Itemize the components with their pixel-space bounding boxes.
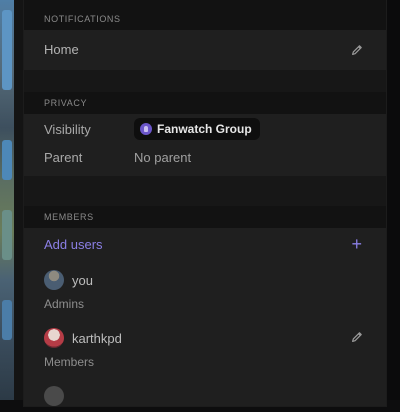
background-app-window — [0, 0, 14, 400]
section-spacer — [24, 176, 386, 206]
member-role: Admins — [44, 297, 85, 311]
add-users-label: Add users — [44, 237, 103, 252]
user-avatar — [44, 270, 64, 290]
members-section-header: MEMBERS — [24, 206, 386, 228]
notifications-header-label: NOTIFICATIONS — [44, 14, 121, 24]
background-tile — [2, 140, 12, 180]
privacy-card: Visibility Fanwatch Group Parent No pare… — [24, 114, 386, 176]
member-name: karthkpd — [72, 331, 122, 346]
section-spacer — [24, 70, 386, 94]
visibility-selector[interactable]: Fanwatch Group — [134, 118, 260, 140]
member-row[interactable]: karthkpd Members — [24, 324, 386, 376]
group-settings-panel: NOTIFICATIONS Home PRIVACY Visibility Fa… — [24, 0, 386, 406]
member-name: you — [72, 273, 93, 288]
member-row[interactable] — [24, 382, 386, 412]
notifications-row[interactable]: Home — [24, 30, 386, 70]
members-card: Add users + you Admins karthkpd Members — [24, 228, 386, 406]
group-icon — [140, 123, 152, 135]
visibility-value: Fanwatch Group — [157, 122, 252, 136]
pencil-icon[interactable] — [350, 43, 364, 57]
add-users-button[interactable]: Add users + — [24, 228, 386, 262]
privacy-section-header: PRIVACY — [24, 92, 386, 114]
notifications-section-header: NOTIFICATIONS — [24, 8, 386, 30]
visibility-label: Visibility — [44, 122, 91, 137]
member-row[interactable]: you Admins — [24, 266, 386, 318]
background-tile — [2, 300, 12, 340]
privacy-header-label: PRIVACY — [44, 98, 88, 108]
background-tile — [2, 10, 12, 90]
parent-value[interactable]: No parent — [134, 150, 191, 165]
plus-icon[interactable]: + — [351, 234, 362, 254]
notifications-value: Home — [44, 42, 79, 57]
user-avatar — [44, 386, 64, 406]
member-role: Members — [44, 355, 95, 369]
members-header-label: MEMBERS — [44, 212, 94, 222]
pencil-icon[interactable] — [350, 330, 364, 344]
parent-label: Parent — [44, 150, 83, 165]
user-avatar — [44, 328, 64, 348]
background-tile — [2, 210, 12, 260]
background-edge — [386, 0, 400, 400]
